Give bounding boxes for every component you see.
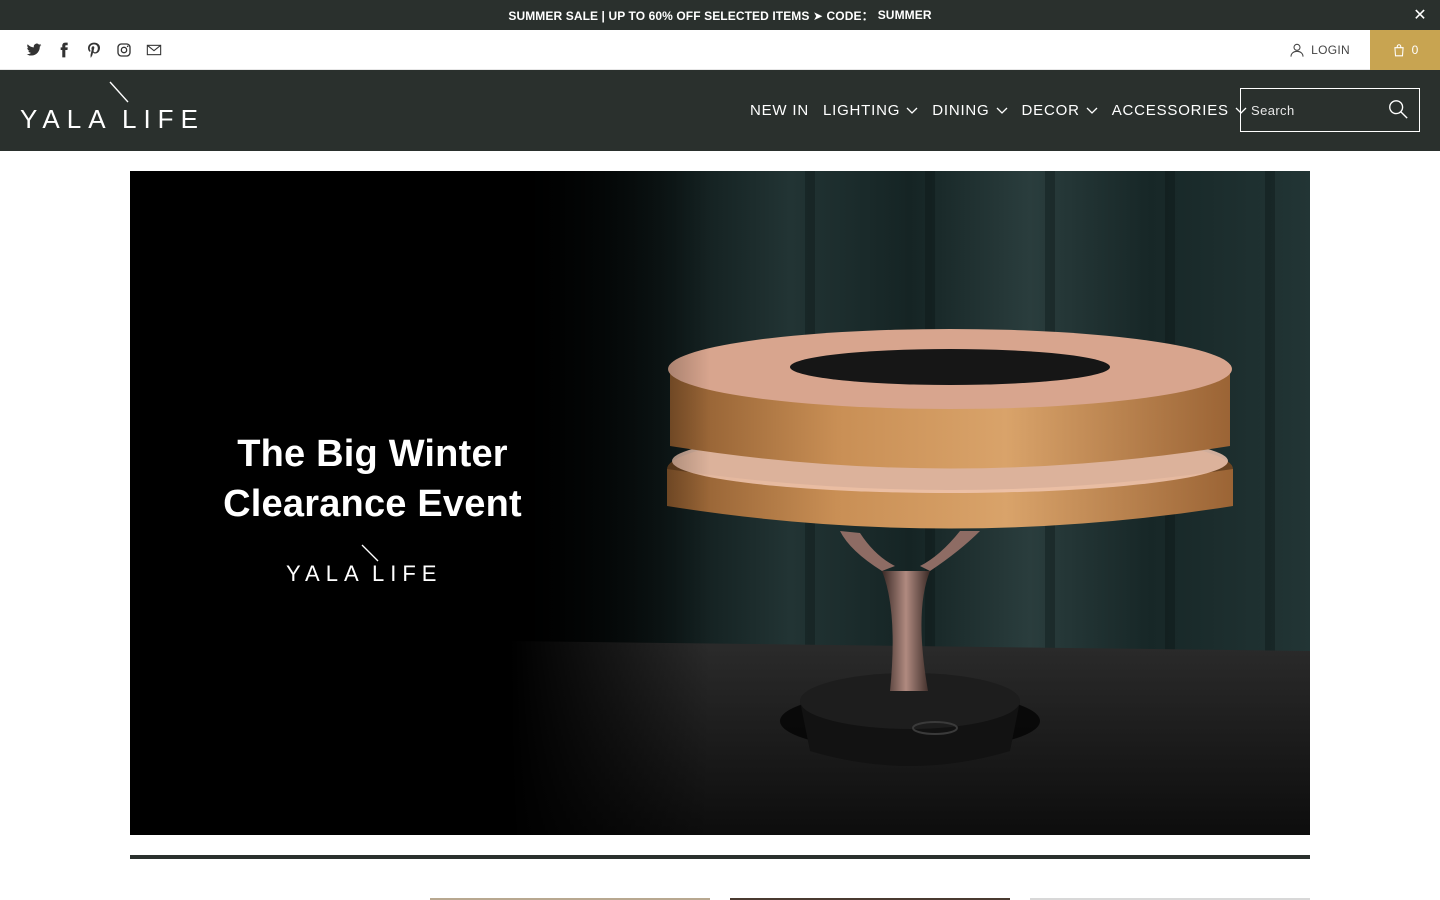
svg-text:YALA: YALA xyxy=(286,561,365,586)
hero-lamp-image xyxy=(510,171,1310,835)
search-icon[interactable] xyxy=(1387,98,1409,120)
svg-text:LIFE: LIFE xyxy=(372,561,442,586)
instagram-icon[interactable] xyxy=(114,40,134,60)
svg-text:LIFE: LIFE xyxy=(122,104,205,134)
user-icon xyxy=(1290,43,1304,57)
announcement-bar: SUMMER SALE | UP TO 60% OFF SELECTED ITE… xyxy=(0,0,1440,30)
chevron-down-icon xyxy=(1086,107,1098,114)
utility-bar: LOGIN 0 xyxy=(0,30,1440,70)
hero-brand-logo: YALA LIFE xyxy=(286,544,442,586)
cart-button[interactable]: 0 xyxy=(1370,30,1440,70)
shopping-bag-icon xyxy=(1394,44,1404,57)
nav-item-new-in[interactable]: NEW IN xyxy=(750,102,809,119)
search-input[interactable] xyxy=(1241,102,1381,118)
close-icon[interactable]: ✕ xyxy=(1410,5,1430,25)
nav-label: ACCESSORIES xyxy=(1111,102,1229,119)
hero-title-line-1: The Big Winter xyxy=(237,433,508,475)
hero-title-line-2: Clearance Event xyxy=(223,483,522,525)
pinterest-icon[interactable] xyxy=(84,40,104,60)
announcement-text: SUMMER SALE | UP TO 60% OFF SELECTED ITE… xyxy=(508,8,874,23)
chevron-down-icon xyxy=(906,107,918,114)
main-nav: NEW IN LIGHTING DINING DECOR ACCESSORIES xyxy=(750,70,1247,151)
login-label: LOGIN xyxy=(1311,43,1350,57)
announcement-code: SUMMER xyxy=(877,8,932,22)
svg-text:YALA: YALA xyxy=(20,104,113,134)
nav-label: DECOR xyxy=(1021,102,1080,119)
search-box xyxy=(1240,88,1420,132)
nav-label: LIGHTING xyxy=(822,102,901,119)
site-header: YALA LIFE NEW IN LIGHTING DINING DECOR A… xyxy=(0,70,1440,151)
hero-title: The Big Winter Clearance Event xyxy=(130,429,615,529)
facebook-icon[interactable] xyxy=(54,40,74,60)
nav-label: NEW IN xyxy=(750,102,809,119)
social-links xyxy=(24,40,164,60)
email-icon[interactable] xyxy=(144,40,164,60)
login-link[interactable]: LOGIN xyxy=(1289,40,1350,60)
twitter-icon[interactable] xyxy=(24,40,44,60)
cart-count: 0 xyxy=(1411,43,1419,57)
section-divider xyxy=(130,855,1310,859)
nav-item-lighting[interactable]: LIGHTING xyxy=(823,102,918,119)
nav-item-dining[interactable]: DINING xyxy=(932,102,1007,119)
nav-item-accessories[interactable]: ACCESSORIES xyxy=(1112,102,1247,119)
chevron-down-icon xyxy=(996,107,1007,114)
site-logo[interactable]: YALA LIFE xyxy=(20,80,210,140)
nav-label: DINING xyxy=(932,102,990,119)
hero-banner[interactable]: The Big Winter Clearance Event YALA LIFE xyxy=(130,171,1310,835)
nav-item-decor[interactable]: DECOR xyxy=(1022,102,1098,119)
